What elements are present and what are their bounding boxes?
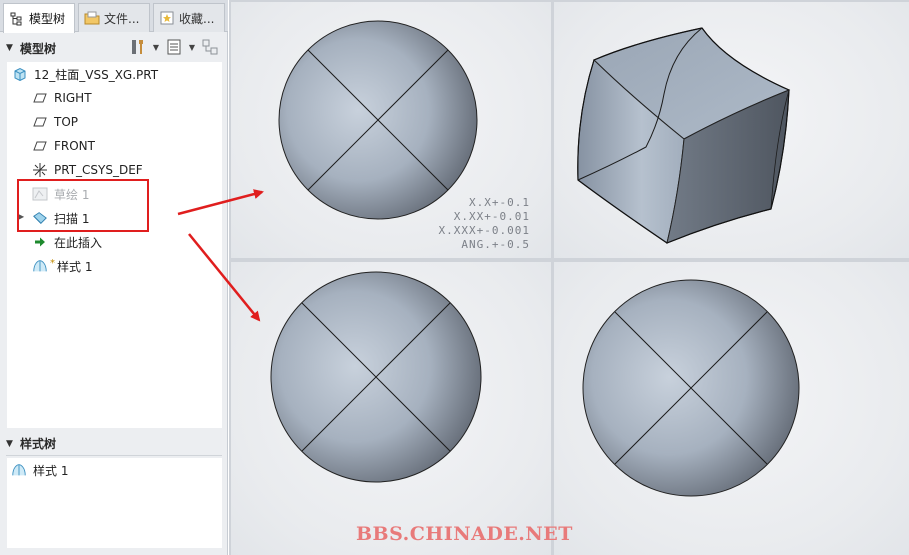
model-tree-title: 模型树 xyxy=(20,41,57,56)
filter-items-icon[interactable] xyxy=(200,37,220,57)
tree-item-label: TOP xyxy=(54,115,79,129)
tree-item-csys[interactable]: PRT_CSYS_DEF xyxy=(32,160,143,180)
viewport-top-right[interactable] xyxy=(554,2,909,258)
viewport-top-left[interactable]: X.X+-0.1 X.XX+-0.01 X.XXX+-0.001 ANG.+-0… xyxy=(231,2,551,258)
tolerance-table: X.X+-0.1 X.XX+-0.01 X.XXX+-0.001 ANG.+-0… xyxy=(436,196,530,252)
style-surface-icon xyxy=(11,462,27,478)
tab-file-browser[interactable]: 文件... xyxy=(78,3,150,32)
tree-item-label: 在此插入 xyxy=(54,235,103,250)
forum-watermark: BBS.CHINADE.NET xyxy=(356,523,573,545)
settings-tools-icon[interactable] xyxy=(128,37,148,57)
graphics-area[interactable]: X.X+-0.1 X.XX+-0.01 X.XXX+-0.001 ANG.+-0… xyxy=(229,0,909,555)
viewport-bottom-right[interactable] xyxy=(554,262,909,555)
tolerance-line: X.XX+-0.01 xyxy=(453,210,530,223)
model-tree-header[interactable]: ▼ 模型树 ▼ ▼ xyxy=(6,35,222,61)
show-list-icon[interactable] xyxy=(164,37,184,57)
navigator-panel: 模型树 文件... 收藏... ▼ 模型树 ▼ ▼ 12_柱面_VSS_XG.P… xyxy=(0,0,228,555)
style-tree-title: 样式树 xyxy=(20,437,57,451)
tree-item-label: PRT_CSYS_DEF xyxy=(54,163,143,177)
tolerance-line: X.XXX+-0.001 xyxy=(438,224,530,237)
tree-item-front[interactable]: FRONT xyxy=(32,136,95,156)
insert-here-arrow-icon xyxy=(32,234,48,250)
style-tree-header[interactable]: ▼ 样式树 xyxy=(6,432,222,456)
viewport-bottom-left[interactable] xyxy=(231,262,551,555)
model-tree-icon xyxy=(9,11,25,27)
style-surface-icon xyxy=(32,258,48,274)
tab-model-tree[interactable]: 模型树 xyxy=(3,3,75,33)
navigator-tabs: 模型树 文件... 收藏... xyxy=(0,0,228,33)
collapse-caret-icon[interactable]: ▼ xyxy=(6,43,20,53)
datum-plane-icon xyxy=(32,90,48,106)
part-icon xyxy=(12,66,28,82)
show-dropdown-icon[interactable]: ▼ xyxy=(187,43,197,52)
tree-item-label: FRONT xyxy=(54,139,95,153)
tab-file-browser-label: 文件... xyxy=(104,11,140,26)
model-tree-list: 12_柱面_VSS_XG.PRT RIGHT TOP FRONT PRT_CSY… xyxy=(7,62,222,428)
datum-plane-icon xyxy=(32,114,48,130)
favorites-icon xyxy=(159,10,175,26)
tree-root-part[interactable]: 12_柱面_VSS_XG.PRT xyxy=(12,64,158,84)
annotation-highlight-box xyxy=(17,179,149,232)
modified-asterisk: * xyxy=(50,257,55,269)
tree-item-label: 样式 1 xyxy=(57,259,93,274)
tree-item-top[interactable]: TOP xyxy=(32,112,78,132)
tolerance-line: ANG.+-0.5 xyxy=(461,238,530,251)
folder-browser-icon xyxy=(84,10,100,26)
tolerance-line: X.X+-0.1 xyxy=(469,196,530,209)
tree-item-style[interactable]: * 样式 1 xyxy=(32,256,92,276)
tab-favorites-label: 收藏... xyxy=(179,11,215,26)
curved-cube-isometric-view xyxy=(577,27,791,244)
coordinate-system-icon xyxy=(32,162,48,178)
datum-plane-icon xyxy=(32,138,48,154)
tree-root-label: 12_柱面_VSS_XG.PRT xyxy=(34,67,159,82)
style-tree-item[interactable]: 样式 1 xyxy=(11,460,68,480)
sphere-top-view xyxy=(582,279,800,497)
settings-dropdown-icon[interactable]: ▼ xyxy=(151,43,161,52)
tab-favorites[interactable]: 收藏... xyxy=(153,3,225,32)
tab-model-tree-label: 模型树 xyxy=(29,12,66,26)
style-tree-list: 样式 1 xyxy=(7,458,222,548)
tree-item-insert-here[interactable]: 在此插入 xyxy=(32,232,102,252)
tree-item-right[interactable]: RIGHT xyxy=(32,88,92,108)
style-tree-item-label: 样式 1 xyxy=(33,463,69,478)
model-tree-toolbar: ▼ ▼ xyxy=(128,37,220,57)
sphere-side-view xyxy=(270,271,482,483)
collapse-caret-icon[interactable]: ▼ xyxy=(6,439,20,449)
tree-item-label: RIGHT xyxy=(54,91,92,105)
